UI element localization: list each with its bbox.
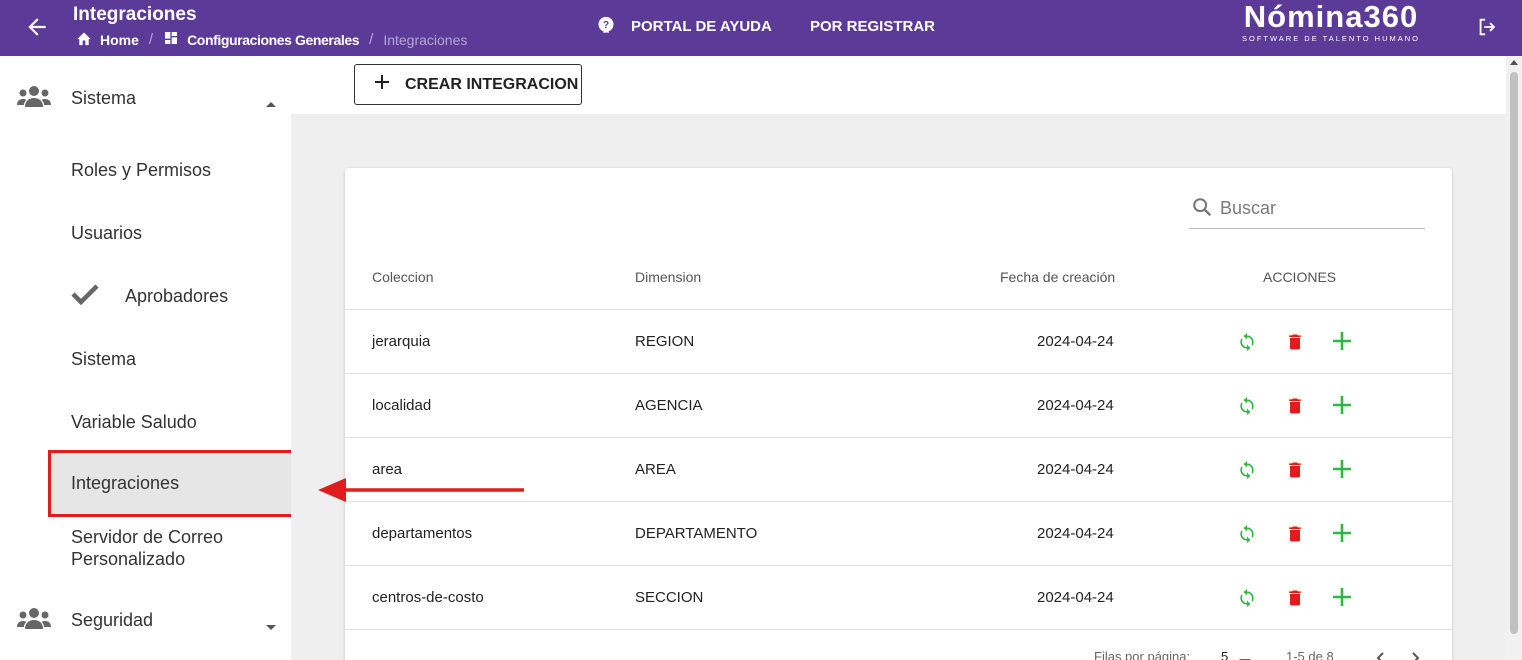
logo-tagline: SOFTWARE DE TALENTO HUMANO	[1242, 34, 1420, 43]
sync-icon[interactable]	[1237, 396, 1257, 421]
table-cell-dimension: AGENCIA	[635, 397, 703, 414]
table-cell-fecha: 2024-04-24	[1037, 397, 1114, 414]
chevron-up-icon	[265, 92, 277, 113]
add-icon[interactable]	[1333, 396, 1351, 419]
sidebar-item-aprobadores[interactable]: Aprobadores	[125, 286, 228, 307]
sidebar-group-sistema[interactable]: Sistema	[0, 84, 291, 112]
search-field[interactable]: Buscar	[1189, 192, 1425, 229]
table-cell-coleccion: localidad	[372, 397, 432, 414]
column-header-coleccion[interactable]: Coleccion	[372, 269, 433, 285]
integrations-table-card: Buscar Coleccion Dimension Fecha de crea…	[345, 168, 1452, 660]
sidebar-item-integraciones: Integraciones	[71, 473, 180, 493]
sidebar-group-sistema-label: Sistema	[71, 88, 137, 108]
sync-icon[interactable]	[1237, 460, 1257, 485]
sync-icon[interactable]	[1237, 588, 1257, 613]
sidebar-item-servidor-correo-line1: Servidor de Correo	[71, 527, 224, 547]
help-portal-label: PORTAL DE AYUDA	[631, 17, 772, 35]
plus-icon	[375, 75, 389, 94]
sidebar: Sistema Roles y Permisos Usuarios Aproba…	[0, 56, 295, 660]
dashboard-icon	[163, 30, 179, 49]
help-portal-link[interactable]: ? PORTAL DE AYUDA	[596, 16, 772, 36]
pagination-range: 1-5 de 8	[1286, 649, 1334, 660]
table-cell-fecha: 2024-04-24	[1037, 333, 1114, 350]
row-divider	[345, 437, 1452, 438]
chevron-down-icon[interactable]	[1239, 654, 1251, 660]
sidebar-group-seguridad-label: Seguridad	[71, 610, 154, 630]
column-header-fecha[interactable]: Fecha de creación	[1000, 269, 1115, 285]
row-divider	[345, 565, 1452, 566]
users-group-icon	[17, 605, 51, 636]
table-cell-dimension: SECCION	[635, 589, 704, 606]
search-icon	[1193, 198, 1212, 217]
top-app-bar: Integraciones Home / Configuraciones Gen…	[0, 0, 1522, 56]
create-integration-button[interactable]: CREAR INTEGRACION	[354, 64, 582, 105]
rows-per-page-label: Filas por página:	[1094, 649, 1191, 660]
add-icon[interactable]	[1333, 332, 1351, 355]
header-divider	[345, 309, 1452, 310]
vertical-scrollbar[interactable]	[1506, 56, 1522, 660]
row-divider	[345, 373, 1452, 374]
trash-icon[interactable]	[1285, 332, 1305, 357]
trash-icon[interactable]	[1285, 396, 1305, 421]
sidebar-item-roles[interactable]: Roles y Permisos	[71, 160, 211, 181]
breadcrumb-home-link[interactable]: Home	[100, 32, 139, 48]
table-cell-fecha: 2024-04-24	[1037, 589, 1114, 606]
table-cell-fecha: 2024-04-24	[1037, 461, 1114, 478]
add-icon[interactable]	[1333, 524, 1351, 547]
sidebar-item-sistema[interactable]: Sistema	[71, 349, 136, 370]
table-cell-coleccion: jerarquia	[372, 333, 431, 350]
brand-logo: Nómina360 SOFTWARE DE TALENTO HUMANO	[1242, 0, 1420, 43]
column-header-acciones: ACCIONES	[1263, 269, 1337, 285]
breadcrumb-config-link[interactable]: Configuraciones Generales	[187, 32, 359, 48]
annotation-arrow-icon	[316, 475, 526, 510]
breadcrumb-separator: /	[369, 31, 374, 48]
sidebar-item-servidor-correo-line2: Personalizado	[71, 549, 186, 569]
sync-icon[interactable]	[1237, 524, 1257, 549]
page-title: Integraciones	[73, 4, 197, 25]
trash-icon[interactable]	[1285, 588, 1305, 613]
sidebar-item-variable-saludo[interactable]: Variable Saludo	[71, 412, 197, 433]
sidebar-group-seguridad[interactable]: Seguridad	[0, 606, 291, 634]
sidebar-item-integraciones-active[interactable]: Integraciones	[48, 450, 295, 517]
add-icon[interactable]	[1333, 460, 1351, 483]
row-divider	[345, 629, 1452, 630]
create-integration-label: CREAR INTEGRACION	[405, 75, 579, 93]
scroll-up-arrow-icon[interactable]	[1510, 60, 1518, 65]
trash-icon[interactable]	[1285, 524, 1305, 549]
rows-per-page-select[interactable]: 5	[1221, 649, 1228, 660]
column-header-dimension[interactable]: Dimension	[635, 269, 701, 285]
add-icon[interactable]	[1333, 588, 1351, 611]
table-cell-dimension: AREA	[635, 461, 676, 478]
chevron-left-icon[interactable]	[1375, 652, 1385, 660]
chevron-down-icon	[265, 616, 277, 637]
users-group-icon	[17, 83, 51, 114]
checkmark-icon	[71, 283, 99, 310]
table-cell-dimension: DEPARTAMENTO	[635, 525, 758, 542]
search-placeholder: Buscar	[1220, 198, 1277, 218]
sidebar-item-servidor-correo[interactable]: Servidor de Correo Personalizado	[71, 527, 223, 570]
register-link[interactable]: POR REGISTRAR	[810, 18, 935, 35]
chevron-right-icon[interactable]	[1411, 652, 1421, 660]
scrollbar-thumb[interactable]	[1510, 72, 1518, 634]
sidebar-item-usuarios[interactable]: Usuarios	[71, 223, 142, 244]
home-icon	[76, 31, 92, 49]
breadcrumb: Home / Configuraciones Generales / Integ…	[76, 30, 467, 49]
table-cell-fecha: 2024-04-24	[1037, 525, 1114, 542]
logout-icon[interactable]	[1476, 16, 1498, 43]
breadcrumb-separator: /	[148, 31, 154, 48]
svg-text:?: ?	[603, 20, 609, 31]
logo-name: Nómina360	[1243, 0, 1419, 34]
trash-icon[interactable]	[1285, 460, 1305, 485]
breadcrumb-current: Integraciones	[383, 31, 468, 48]
table-cell-dimension: REGION	[635, 333, 695, 350]
back-arrow-icon[interactable]	[24, 14, 50, 40]
sync-icon[interactable]	[1237, 332, 1257, 357]
help-icon: ?	[598, 16, 614, 33]
table-cell-coleccion: centros-de-costo	[372, 589, 484, 606]
table-cell-coleccion: departamentos	[372, 525, 473, 542]
